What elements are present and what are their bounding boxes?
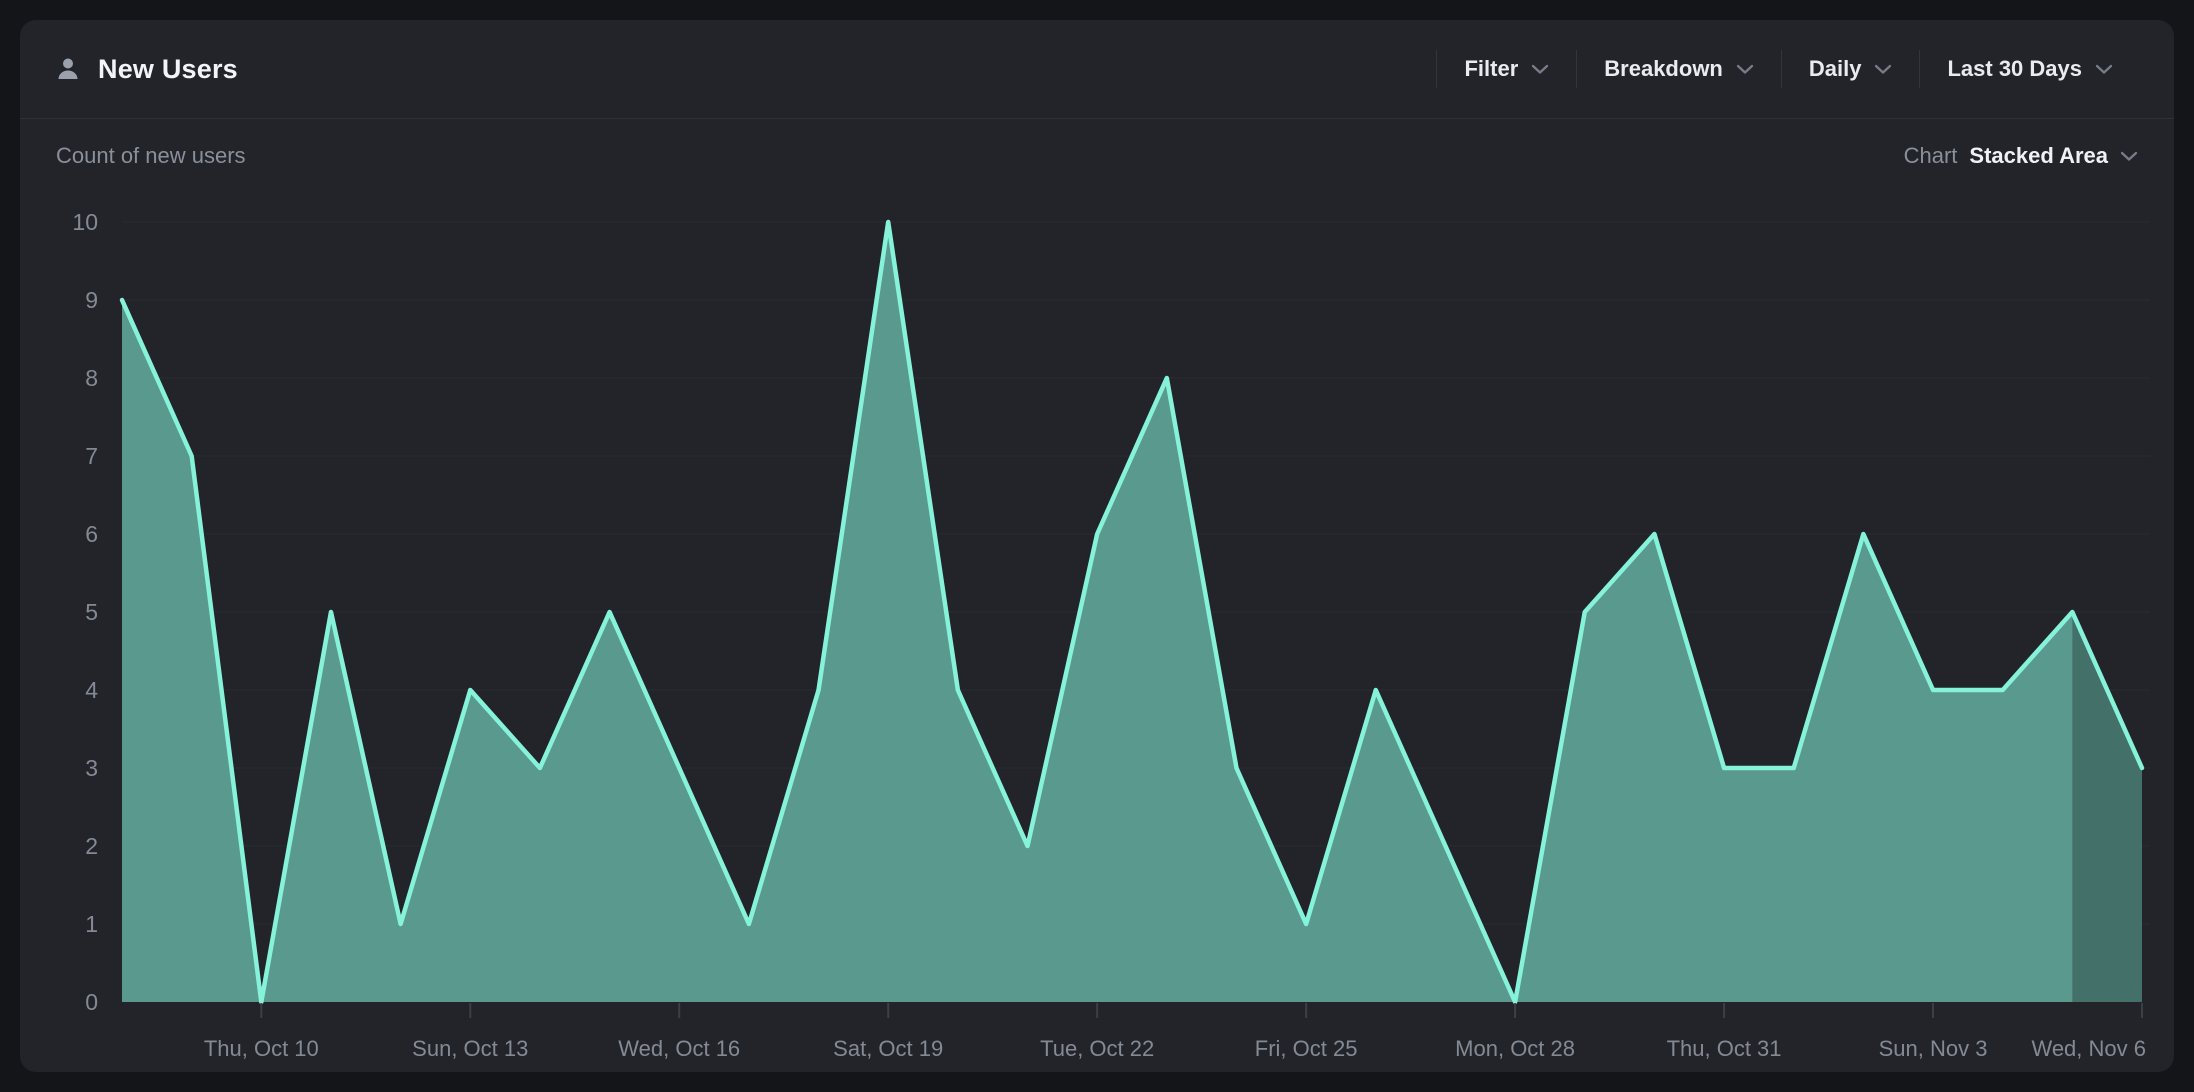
x-axis-label: Thu, Oct 31 [1667,1036,1782,1061]
x-axis-label: Tue, Oct 22 [1040,1036,1154,1061]
x-axis-label: Thu, Oct 10 [204,1036,319,1061]
x-axis-label: Wed, Oct 16 [618,1036,740,1061]
y-axis-label: 6 [85,521,98,547]
y-axis-label: 4 [85,677,98,703]
area-chart[interactable]: Thu, Oct 10 Sun, Oct 13 Wed, Oct 16 Sat, Oc… [0,0,2194,1092]
y-axis-label: 8 [85,365,98,391]
x-axis-label: Sat, Oct 19 [833,1036,943,1061]
x-axis-label: Wed, Nov 6 [2031,1036,2146,1061]
y-axis-label: 10 [72,209,98,235]
y-axis-label: 0 [85,989,98,1015]
area-fill-highlight [2072,612,2142,1002]
y-axis-label: 5 [85,599,98,625]
x-axis-label: Mon, Oct 28 [1455,1036,1575,1061]
y-axis-label: 3 [85,755,98,781]
x-axis-label: Sun, Nov 3 [1879,1036,1988,1061]
y-axis-label: 1 [85,911,98,937]
y-axis-label: 7 [85,443,98,469]
x-axis-label: Fri, Oct 25 [1255,1036,1358,1061]
x-axis-label: Sun, Oct 13 [412,1036,528,1061]
y-axis-label: 2 [85,833,98,859]
y-axis-label: 9 [85,287,98,313]
